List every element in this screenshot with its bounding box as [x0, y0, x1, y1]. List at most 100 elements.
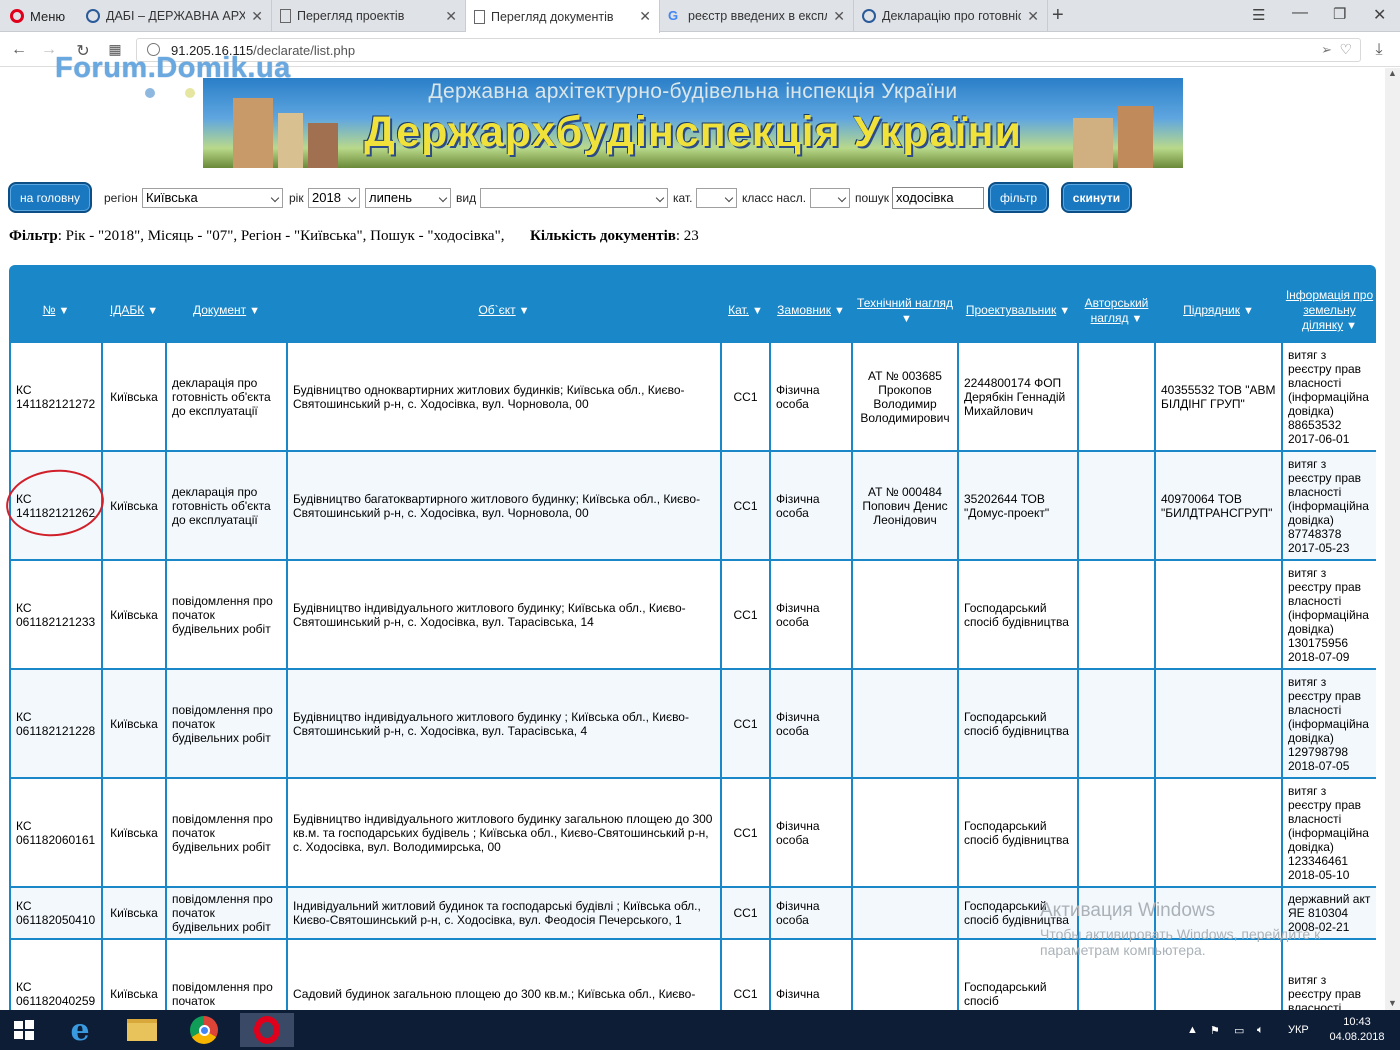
back-arrow-icon[interactable]: ←: [10, 41, 28, 59]
table-row: КС 141182121272 Київська декларація про го…: [11, 343, 1376, 450]
cell-idabk: Київська: [103, 343, 165, 450]
bookmark-heart-icon[interactable]: ♡: [1339, 41, 1352, 58]
table-row: КС 061182060161 Київська повідомлення про …: [11, 779, 1376, 886]
tray-up-arrow-icon[interactable]: ▲: [1187, 1024, 1198, 1036]
year-label: рік: [289, 191, 304, 205]
tab-google-search[interactable]: G реєстр введених в експлу ✕: [660, 0, 854, 32]
search-input[interactable]: ходосівка: [892, 187, 984, 209]
system-clock[interactable]: 10:43 04.08.2018: [1318, 1015, 1396, 1045]
document-count-value: : 23: [675, 228, 699, 244]
filter-summary: Фільтр: Рік - "2018", Місяць - "07", Рег…: [9, 228, 699, 245]
file-explorer-icon[interactable]: [120, 1013, 164, 1047]
column-header-customer[interactable]: Замовник ▼: [771, 281, 851, 341]
month-select[interactable]: липень: [365, 188, 451, 208]
scroll-up-icon[interactable]: ▲: [1388, 68, 1397, 78]
download-icon[interactable]: ⤓: [1370, 41, 1388, 59]
tab-documents[interactable]: Перегляд документів ✕: [466, 0, 660, 33]
column-header-number[interactable]: № ▼: [11, 281, 101, 341]
cell-land-info: витяг з реєстру прав власності (інформац…: [1283, 561, 1376, 668]
home-button[interactable]: на головну: [8, 182, 92, 213]
cell-tech-supervision: АТ № 000484 Попович Денис Леонідович: [853, 452, 957, 559]
class-label: класс насл.: [742, 191, 807, 205]
category-select[interactable]: [696, 188, 737, 208]
class-select[interactable]: [810, 188, 850, 208]
column-header-idabk[interactable]: ІДАБК ▼: [103, 281, 165, 341]
cell-object: Індивідуальний житловий будинок та госпо…: [288, 888, 720, 938]
cell-author-supervision: [1079, 452, 1154, 559]
language-indicator[interactable]: УКР: [1288, 1024, 1309, 1036]
new-tab-plus-icon[interactable]: +: [1052, 4, 1064, 27]
sort-arrow-icon: ▼: [249, 305, 261, 317]
opera-menu-button[interactable]: Меню: [0, 0, 76, 32]
cell-category: СС1: [722, 940, 769, 1010]
table-row: КС 061182040259 Київська повідомлення про …: [11, 940, 1376, 1010]
column-header-designer[interactable]: Проектувальник ▼: [959, 281, 1077, 341]
cell-object: Садовий будинок загальною площею до 300 …: [288, 940, 720, 1010]
tab-dabi[interactable]: ДАБІ – ДЕРЖАВНА АРХІТЕ ✕: [78, 0, 272, 32]
tab-declaration[interactable]: Декларацію про готовніс ✕: [854, 0, 1048, 32]
region-select[interactable]: Київська: [142, 188, 283, 208]
sort-arrow-icon: ▼: [1131, 312, 1143, 325]
type-select[interactable]: [480, 188, 668, 208]
watermark-dot: [145, 88, 155, 98]
column-header-author-supervision[interactable]: Авторський нагляд ▼: [1079, 281, 1154, 341]
sort-arrow-icon: ▼: [1059, 305, 1071, 317]
cell-tech-supervision: [853, 940, 957, 1010]
reset-button[interactable]: скинути: [1061, 182, 1132, 213]
table-row: КС 061182121228 Київська повідомлення про …: [11, 670, 1376, 777]
tab-title: реєстр введених в експлу: [688, 9, 828, 23]
close-window-icon[interactable]: ✕: [1373, 5, 1386, 25]
page-scrollbar[interactable]: ▲ ▼: [1385, 68, 1400, 1010]
tab-projects[interactable]: Перегляд проектів ✕: [272, 0, 466, 32]
close-tab-icon[interactable]: ✕: [639, 8, 651, 25]
sort-arrow-icon: ▼: [901, 312, 912, 325]
cell-tech-supervision: АТ № 003685 Прокопов Володимир Володимир…: [853, 343, 957, 450]
cell-designer: Господарський спосіб будівництва: [959, 779, 1077, 886]
browser-tab-bar: Меню ДАБІ – ДЕРЖАВНА АРХІТЕ ✕ Перегляд п…: [0, 0, 1400, 33]
speaker-icon[interactable]: 🔈︎: [1257, 1024, 1264, 1037]
cell-contractor: 40970064 ТОВ "БИЛДТРАНСГРУП": [1156, 452, 1281, 559]
cell-category: СС1: [722, 452, 769, 559]
column-header-land-info[interactable]: Інформація про земельну ділянку ▼: [1283, 281, 1376, 341]
minimize-icon[interactable]: —: [1292, 4, 1308, 22]
close-tab-icon[interactable]: ✕: [251, 8, 263, 25]
maximize-icon[interactable]: ❐: [1333, 5, 1346, 23]
network-icon[interactable]: ▭: [1234, 1024, 1244, 1037]
cell-contractor: 40355532 ТОВ "АВМ БІЛДІНГ ГРУП": [1156, 343, 1281, 450]
opera-taskbar-icon[interactable]: [240, 1013, 294, 1047]
flag-icon[interactable]: ⚑: [1210, 1024, 1220, 1037]
column-header-contractor[interactable]: Підрядник ▼: [1156, 281, 1281, 341]
tab-menu-icon[interactable]: ☰: [1252, 6, 1265, 24]
cell-document: повідомлення про початок будівельних роб…: [167, 779, 286, 886]
cell-contractor: [1156, 888, 1281, 938]
document-icon: [474, 9, 485, 24]
windows-start-icon[interactable]: [2, 1013, 46, 1047]
cell-category: СС1: [722, 561, 769, 668]
close-tab-icon[interactable]: ✕: [1027, 8, 1039, 25]
cell-number: КС 061182040259: [11, 940, 101, 1010]
cell-author-supervision: [1079, 670, 1154, 777]
close-tab-icon[interactable]: ✕: [833, 8, 845, 25]
cell-customer: Фізична особа: [771, 343, 851, 450]
cell-document: повідомлення про початок будівельних роб…: [167, 561, 286, 668]
column-header-object[interactable]: Об`єкт ▼: [288, 281, 720, 341]
cell-customer: Фізична особа: [771, 561, 851, 668]
scroll-down-icon[interactable]: ▼: [1388, 998, 1397, 1008]
filter-button[interactable]: фільтр: [988, 182, 1049, 213]
year-select[interactable]: 2018: [308, 188, 360, 208]
region-label: регіон: [104, 191, 138, 205]
cell-contractor: [1156, 779, 1281, 886]
sort-arrow-icon: ▼: [1346, 320, 1358, 332]
send-icon[interactable]: ➢: [1321, 42, 1332, 58]
tab-title: Декларацію про готовніс: [882, 9, 1022, 23]
url-field[interactable]: 91.205.16.115/declarate/list.php ➢ ♡: [136, 38, 1361, 62]
cell-idabk: Київська: [103, 452, 165, 559]
column-header-document[interactable]: Документ ▼: [167, 281, 286, 341]
column-header-category[interactable]: Кат. ▼: [722, 281, 769, 341]
cell-contractor: [1156, 561, 1281, 668]
chrome-icon[interactable]: [182, 1013, 226, 1047]
column-header-tech-supervision[interactable]: Технічний нагляд▼: [853, 281, 957, 341]
cell-idabk: Київська: [103, 940, 165, 1010]
close-tab-icon[interactable]: ✕: [445, 8, 457, 25]
internet-explorer-icon[interactable]: e: [58, 1013, 102, 1048]
